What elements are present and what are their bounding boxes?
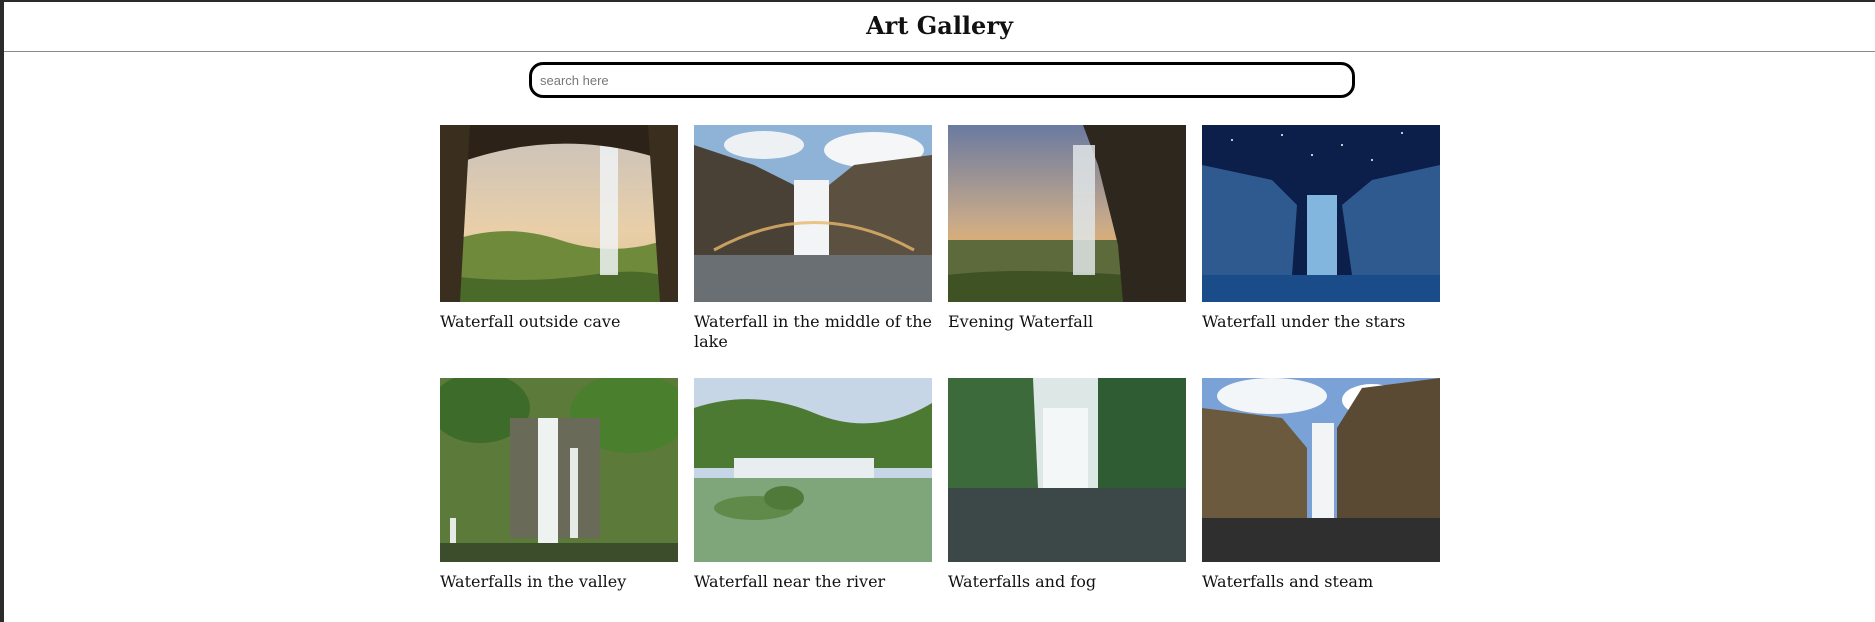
gallery-image[interactable] (440, 378, 678, 562)
gallery-image[interactable] (694, 125, 932, 302)
image-caption: Waterfall in the middle of the lake (694, 312, 933, 351)
image-caption: Waterfall near the river (694, 572, 886, 591)
image-caption: Waterfall under the stars (1202, 312, 1406, 331)
gallery-image[interactable] (440, 125, 678, 302)
gallery-image[interactable] (1202, 378, 1440, 562)
page-header: Art Gallery (4, 2, 1875, 52)
gallery-card[interactable]: Waterfall outside cave (440, 125, 678, 332)
gallery-card[interactable]: Waterfalls in the valley (440, 378, 678, 592)
gallery-card[interactable]: Waterfalls and steam (1202, 378, 1440, 592)
page-title: Art Gallery (866, 11, 1013, 40)
image-caption: Evening Waterfall (948, 312, 1094, 331)
gallery-image[interactable] (948, 125, 1186, 302)
search-input[interactable] (529, 62, 1355, 98)
page-frame: Art Gallery Waterfall outside cave (4, 2, 1875, 622)
gallery-image[interactable] (694, 378, 932, 562)
image-caption: Waterfalls and fog (948, 572, 1097, 591)
gallery-image[interactable] (948, 378, 1186, 562)
gallery-card[interactable]: Waterfalls and fog (948, 378, 1186, 592)
gallery-card[interactable]: Waterfall near the river (694, 378, 932, 592)
gallery-card[interactable]: Evening Waterfall (948, 125, 1186, 332)
gallery-card[interactable]: Waterfall under the stars (1202, 125, 1440, 332)
gallery-card[interactable]: Waterfall in the middle of the lake (694, 125, 932, 352)
image-caption: Waterfall outside cave (440, 312, 621, 331)
image-caption: Waterfalls and steam (1202, 572, 1374, 591)
image-caption: Waterfalls in the valley (440, 572, 627, 591)
gallery-image[interactable] (1202, 125, 1440, 302)
